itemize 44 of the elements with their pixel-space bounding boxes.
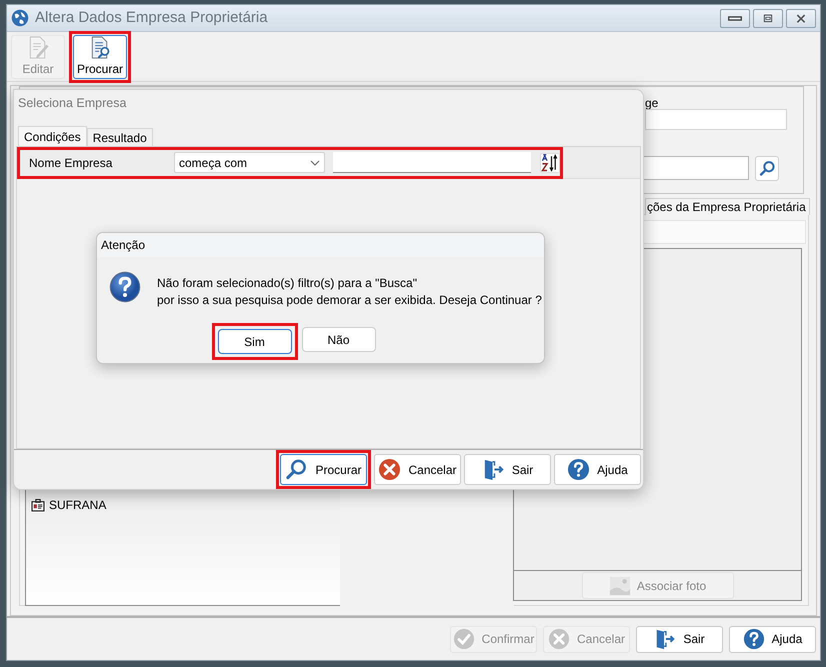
- dialog-title: Seleciona Empresa: [18, 94, 126, 112]
- operator-dropdown[interactable]: começa com: [174, 152, 325, 173]
- exit-button[interactable]: Sair: [464, 454, 551, 485]
- sort-icon: [541, 154, 559, 172]
- window-title: Altera Dados Empresa Proprietária: [35, 8, 269, 28]
- filter-label: Nome Empresa: [29, 154, 114, 172]
- door-exit-icon: [654, 628, 676, 650]
- input-field[interactable]: [643, 156, 749, 180]
- cancel-button[interactable]: Cancelar: [374, 454, 461, 485]
- tab[interactable]: Condições: [18, 126, 87, 146]
- search-button[interactable]: [755, 156, 779, 181]
- exit-button[interactable]: Sair: [636, 626, 723, 652]
- minimize-button[interactable]: [720, 8, 750, 28]
- message-text: Não foram selecionado(s) filtro(s) para a "Busca": [157, 275, 418, 292]
- globe-icon: [11, 9, 29, 27]
- search-field[interactable]: [333, 152, 531, 173]
- dialog-title: Atenção: [101, 237, 146, 254]
- input-field[interactable]: [645, 109, 787, 130]
- question-circle-icon: [567, 458, 590, 481]
- dialog-button[interactable]: Sim: [218, 329, 292, 354]
- id-card-icon: [31, 498, 45, 512]
- maximize-button[interactable]: [753, 8, 783, 28]
- magnifier-icon: [285, 458, 308, 481]
- x-circle-icon: [378, 458, 402, 481]
- tab[interactable]: ções da Empresa Proprietária: [645, 198, 810, 215]
- check-circle-icon: [452, 628, 475, 650]
- field-label: ge: [645, 95, 658, 112]
- close-button[interactable]: [786, 8, 816, 28]
- search-button[interactable]: Procurar: [280, 454, 367, 485]
- minimize-icon: [728, 16, 742, 20]
- question-circle-icon: [742, 628, 765, 650]
- chevron-down-icon: [310, 158, 320, 168]
- help-button[interactable]: Ajuda: [729, 626, 816, 652]
- tab[interactable]: Resultado: [86, 128, 153, 146]
- list-item: SUFRANA: [49, 497, 106, 514]
- sort-button[interactable]: [540, 152, 560, 172]
- question-icon: [109, 271, 141, 303]
- x-circle-icon: [548, 628, 570, 650]
- dialog-button[interactable]: Não: [302, 327, 376, 352]
- toolbar-button[interactable]: Procurar: [73, 34, 127, 78]
- image-icon: [608, 574, 631, 596]
- search-icon: [758, 160, 776, 177]
- message-text: por isso a sua pesquisa pode demorar a ser exibida. Deseja Continuar ?: [157, 292, 542, 309]
- help-button[interactable]: Ajuda: [554, 454, 641, 485]
